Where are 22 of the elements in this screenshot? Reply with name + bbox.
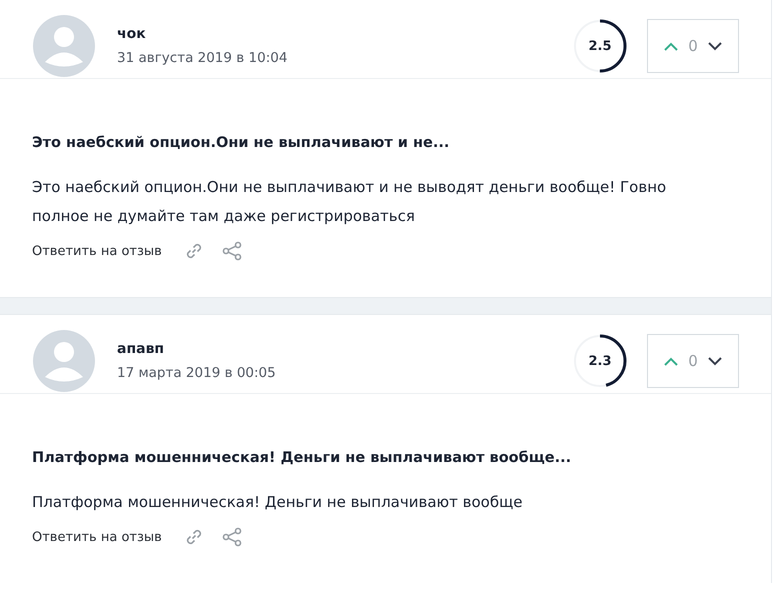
review-date: 31 августа 2019 в 10:04 [117, 50, 288, 66]
upvote-icon[interactable] [664, 42, 678, 50]
author-name: апавп [117, 341, 166, 357]
reply-link[interactable]: Ответить на отзыв [32, 530, 162, 544]
upvote-icon[interactable] [664, 356, 678, 366]
avatar-icon [33, 330, 95, 392]
author-name: чок [117, 26, 147, 42]
avatar-icon [33, 15, 95, 77]
downvote-icon[interactable] [708, 356, 722, 366]
vote-count: 0 [688, 37, 698, 55]
share-icon[interactable] [222, 527, 242, 547]
review-text: Это наебский опцион.Они не выплачивают и не выводят деньги вообще! Говно полное не думайте там даже регистрироваться [32, 177, 668, 227]
downvote-icon[interactable] [708, 42, 722, 50]
review-date: 17 марта 2019 в 00:05 [117, 365, 277, 381]
review-text: Платформа мошенническая! Деньги не выплачивают вообще [32, 492, 524, 513]
review-title: Это наебский опцион.Они не выплачивают и не... [32, 135, 450, 151]
review-title: Платформа мошенническая! Деньги не выплачивают вообще... [32, 450, 572, 466]
rating-badge: 2.3 [573, 334, 627, 388]
rating-badge: 2.5 [573, 19, 627, 73]
vote-count: 0 [688, 352, 698, 370]
share-icon[interactable] [222, 241, 242, 261]
reply-link[interactable]: Ответить на отзыв [32, 244, 162, 258]
